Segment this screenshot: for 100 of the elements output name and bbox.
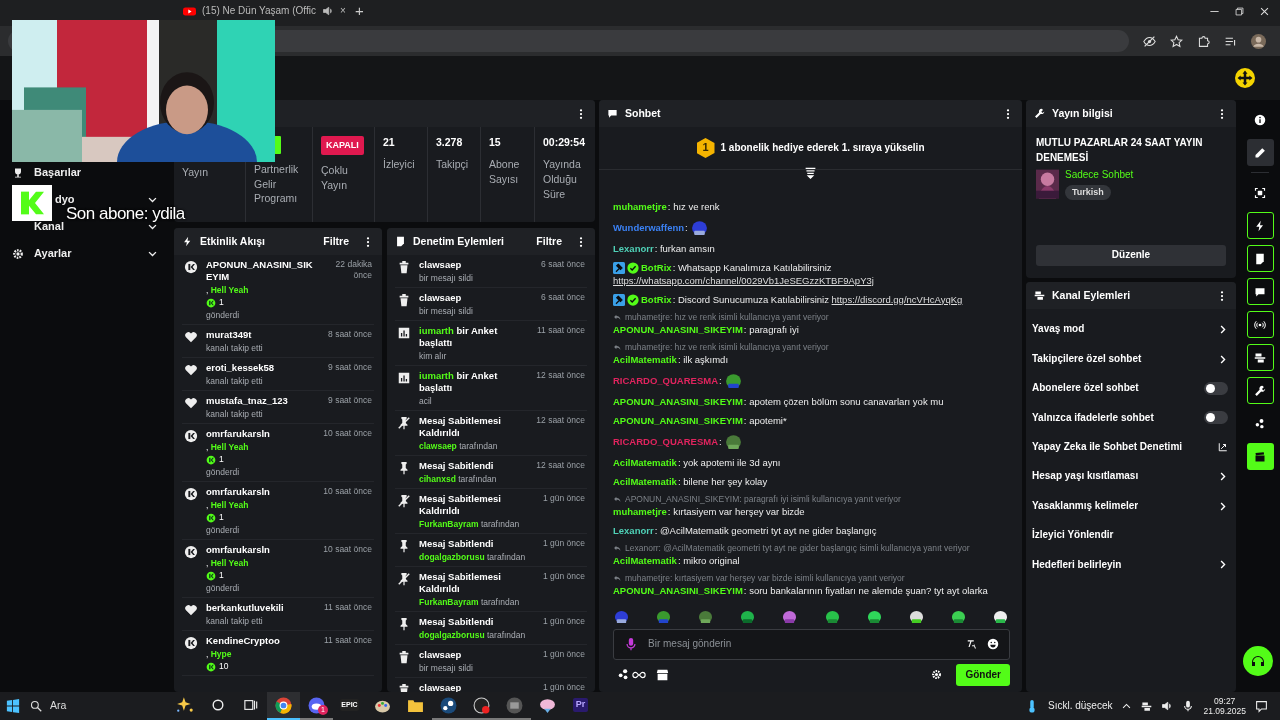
username[interactable]: AcilMatematik <box>613 554 677 566</box>
dots-icon[interactable] <box>617 668 630 682</box>
layout-button[interactable] <box>1246 344 1274 371</box>
username[interactable]: AcilMatematik <box>613 353 677 365</box>
mic-icon[interactable] <box>1182 700 1195 712</box>
avatar-icon[interactable] <box>1251 33 1266 49</box>
username[interactable]: omrfarukarsln <box>206 544 320 556</box>
search-icon[interactable] <box>30 700 42 712</box>
message-field[interactable]: Bir mesaj gönderin <box>646 636 959 652</box>
settings-icon[interactable] <box>931 669 943 681</box>
menu-item[interactable]: Yalnızca ifadelerle sohbet <box>1032 411 1204 425</box>
username[interactable]: Lexanorr <box>613 524 654 536</box>
sidebar-item[interactable]: Ayarlar <box>34 246 72 261</box>
username[interactable]: APONUN_ANASINI_SIKEYIM <box>206 259 314 283</box>
username[interactable]: KendineCryptoo <box>206 635 320 647</box>
username[interactable]: AcilMatematik <box>613 475 677 487</box>
emote-icon[interactable] <box>908 608 924 624</box>
sidebar-item[interactable]: Başarılar <box>34 165 82 180</box>
username[interactable]: murat349t <box>206 329 325 341</box>
username[interactable]: omrfarukarsln <box>206 428 320 440</box>
browser-tab[interactable]: (15) Ne Dün Yaşam (Offic × <box>175 3 345 19</box>
username[interactable]: Wunderwaffenn <box>613 221 685 233</box>
external-link-icon[interactable] <box>1218 442 1228 453</box>
emote-icon[interactable] <box>698 608 714 624</box>
taskbar-button[interactable]: Pr <box>564 692 597 720</box>
edit-button[interactable]: Düzenle <box>1036 245 1226 266</box>
username[interactable]: clawsaep <box>419 292 538 304</box>
username[interactable]: RICARDO_QUARESMA <box>613 374 719 386</box>
close-button[interactable]: × <box>339 4 346 18</box>
username[interactable]: berkankutluvekili <box>206 602 320 614</box>
support-button[interactable] <box>1243 646 1273 676</box>
emote-icon[interactable] <box>824 608 840 624</box>
link[interactable]: https://whatsapp.com/channel/0029Vb1JeSEGzzKTBF9ApY3j <box>613 274 874 286</box>
chat-button[interactable] <box>1246 278 1274 305</box>
username[interactable]: Lexanorr <box>613 242 654 254</box>
menu-item[interactable]: Yavaş mod <box>1032 323 1217 336</box>
username[interactable]: APONUN_ANASINI_SIKEYIM <box>613 395 743 407</box>
store-icon[interactable] <box>656 668 669 682</box>
emote-icon[interactable] <box>614 608 629 624</box>
menu-item[interactable]: Yapay Zeka ile Sohbet Denetimi <box>1032 441 1218 454</box>
menu-item[interactable]: Hesap yaşı kısıtlaması <box>1032 470 1217 483</box>
category-link[interactable]: Sadece Sohbet <box>1065 169 1134 182</box>
menu-item[interactable]: İzleyici Yönlendir <box>1032 529 1228 542</box>
username[interactable]: muhametjre <box>613 200 667 212</box>
weather-text[interactable]: Sıckl. düşecek <box>1047 699 1113 713</box>
emote-icon[interactable] <box>950 608 966 624</box>
username[interactable]: BotRix <box>641 293 672 305</box>
logo-icon[interactable] <box>1235 68 1255 88</box>
camera-icon[interactable] <box>1141 700 1153 712</box>
eye-off-icon[interactable] <box>1143 34 1156 48</box>
new-tab-button[interactable]: + <box>351 3 368 19</box>
taskbar-button[interactable] <box>267 692 300 720</box>
username[interactable]: RICARDO_QUARESMA <box>613 435 719 447</box>
menu-item[interactable]: Yasaklanmış kelimeler <box>1032 499 1217 513</box>
toggle-switch[interactable] <box>1204 381 1228 395</box>
pencil-button[interactable] <box>1246 139 1274 166</box>
clock-time[interactable]: 09:27 <box>1203 695 1246 706</box>
message-box[interactable]: Bir mesaj gönderin <box>613 628 1010 660</box>
username[interactable]: APONUN_ANASINI_SIKEYIM <box>613 323 743 335</box>
send-button[interactable]: Gönder <box>956 663 1010 686</box>
clock-date[interactable]: 21.09.2025 <box>1203 706 1246 717</box>
username[interactable]: omrfarukarsln <box>206 486 320 498</box>
emote-icon[interactable] <box>993 608 1008 624</box>
filter-button[interactable]: Filtre <box>317 234 355 249</box>
link[interactable]: https://discord.gg/ncVHcAyqKg <box>831 293 963 305</box>
username[interactable]: clawsaep <box>419 649 539 661</box>
username[interactable]: APONUN_ANASINI_SIKEYIM <box>613 584 743 596</box>
username[interactable]: mustafa_tnaz_123 <box>206 395 325 407</box>
sidebar-item[interactable]: Kanal <box>34 219 64 234</box>
volume-icon[interactable] <box>1161 700 1174 712</box>
scroll-down-icon[interactable] <box>804 166 817 179</box>
speaker-icon[interactable] <box>321 5 334 17</box>
start-icon[interactable] <box>6 699 20 713</box>
wrench-button[interactable] <box>1246 377 1274 404</box>
username[interactable]: BotRix <box>641 261 672 273</box>
emote-icon[interactable] <box>866 608 882 624</box>
broadcast-button[interactable] <box>1246 311 1274 338</box>
language-tag[interactable]: Turkish <box>1065 184 1111 200</box>
translate-icon[interactable] <box>967 638 979 650</box>
restore-icon[interactable] <box>1234 6 1245 17</box>
close-icon[interactable] <box>1259 6 1270 17</box>
filter-button[interactable]: Filtre <box>530 234 568 249</box>
emoji-icon[interactable] <box>987 638 999 650</box>
sidebar-item[interactable]: dyo <box>55 192 75 207</box>
menu-item[interactable]: Abonelere özel sohbet <box>1032 382 1204 395</box>
puzzle-icon[interactable] <box>1197 34 1210 48</box>
notification-icon[interactable] <box>1255 699 1268 713</box>
username[interactable]: eroti_kessek58 <box>206 362 325 374</box>
username[interactable]: AcilMatematik <box>613 456 677 468</box>
search-box[interactable]: Ara <box>50 699 67 713</box>
star-icon[interactable] <box>1170 34 1183 48</box>
clapperboard-button[interactable] <box>1246 443 1274 470</box>
username[interactable]: APONUN_ANASINI_SIKEYIM <box>613 414 743 426</box>
note-button[interactable] <box>1246 245 1274 272</box>
emote-icon[interactable] <box>740 608 756 624</box>
toggle-switch[interactable] <box>1204 411 1228 425</box>
username[interactable]: clawsaep <box>419 259 538 271</box>
menu-item[interactable]: Takipçilere özel sohbet <box>1032 352 1217 366</box>
username[interactable]: muhametjre <box>613 505 667 517</box>
bolt-button[interactable] <box>1246 212 1274 239</box>
